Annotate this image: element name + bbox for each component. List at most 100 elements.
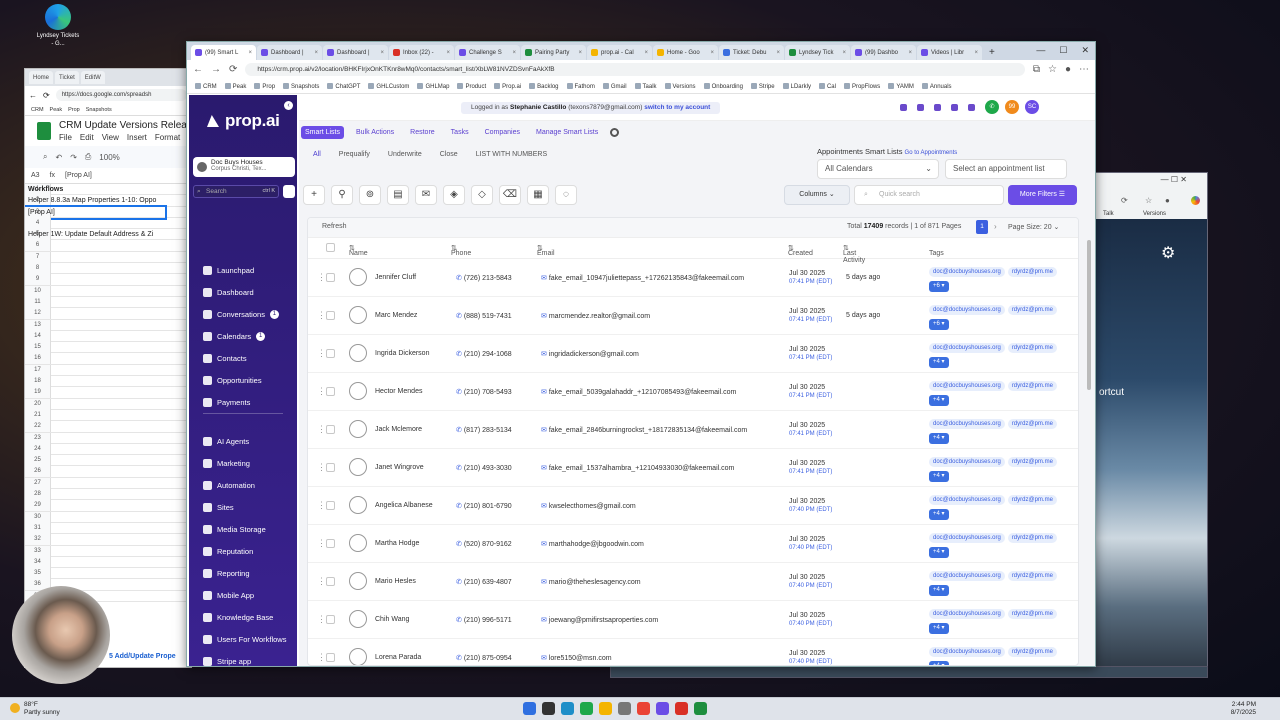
address-bar[interactable]: https://crm.prop.ai/v2/location/BHKFIrjx… bbox=[245, 63, 1025, 76]
contact-phone[interactable]: (210) 639-4807 bbox=[456, 578, 512, 586]
gift-icon[interactable] bbox=[917, 104, 924, 111]
tag-chip[interactable]: doc@docbuyshouses.org bbox=[929, 343, 1005, 353]
table-row[interactable]: ⋮ Jack Mclemore (817) 283-5134 fake_email_2… bbox=[308, 411, 1078, 449]
bookmark-item[interactable]: YAMM bbox=[888, 83, 914, 90]
row-menu-icon[interactable]: ⋮ bbox=[317, 348, 326, 359]
bookmark-item[interactable]: Product bbox=[457, 83, 486, 90]
background-browser-window[interactable]: ⟳ ☆ ● Talk Versions — ☐ ✕ ⚙ ortcut bbox=[1094, 172, 1208, 676]
tab-close-icon[interactable]: × bbox=[512, 50, 516, 56]
sheets-grid[interactable]: 1 Workflows 2 Helper 8.8.3a Map Properties … bbox=[25, 184, 191, 602]
sidebar-item-launchpad[interactable]: Launchpad bbox=[203, 266, 254, 275]
bookmark-item[interactable]: Gmail bbox=[603, 83, 627, 90]
row-number[interactable]: 29 bbox=[25, 500, 51, 512]
row-menu-icon[interactable]: ⋮ bbox=[317, 538, 326, 549]
row-checkbox[interactable] bbox=[326, 501, 335, 510]
table-row[interactable]: ⋮ Martha Hodge (520) 870-9162 marthahodge@j… bbox=[308, 525, 1078, 563]
row-checkbox[interactable] bbox=[326, 577, 335, 586]
back-icon[interactable]: ← bbox=[193, 64, 203, 75]
browser-tab[interactable]: Challenge S × bbox=[455, 45, 520, 60]
bookmark-item[interactable]: Prop bbox=[254, 83, 275, 90]
tab-close-icon[interactable]: × bbox=[248, 50, 252, 56]
tag-chip[interactable]: doc@docbuyshouses.org bbox=[929, 571, 1005, 581]
row-number[interactable]: 20 bbox=[25, 398, 51, 410]
contact-phone[interactable]: (210) 996-5171 bbox=[456, 616, 512, 624]
table-row[interactable]: ⋮ Mario Hesles (210) 639-4807 mario@thehesl… bbox=[308, 563, 1078, 601]
settings-gear-icon[interactable] bbox=[610, 127, 620, 137]
contact-phone[interactable]: (726) 213-5843 bbox=[456, 274, 512, 282]
browser-tab[interactable]: Pairing Party × bbox=[521, 45, 586, 60]
table-row[interactable]: ⋮ Angelica Albanese (210) 801-6790 kwselect… bbox=[308, 487, 1078, 525]
tag-chip[interactable]: rdyrdz@pm.me bbox=[1007, 609, 1057, 619]
row-number[interactable]: 6 bbox=[25, 240, 51, 252]
sheet-cell[interactable]: [Prop AI] bbox=[25, 204, 167, 220]
row-checkbox[interactable] bbox=[326, 539, 335, 548]
row-number[interactable]: 10 bbox=[25, 285, 51, 297]
sheets-bookmark[interactable]: Snapshots bbox=[86, 107, 112, 113]
browser-tab[interactable]: Videos | Libr × bbox=[917, 45, 982, 60]
tab-close-icon[interactable]: × bbox=[644, 50, 648, 56]
sidebar-item-knowledge-base[interactable]: Knowledge Base bbox=[203, 613, 273, 622]
table-row[interactable]: ⋮ Lorena Parada (210) 875-0954 lore5150@msn… bbox=[308, 639, 1078, 665]
new-tab-button[interactable]: + bbox=[989, 47, 995, 58]
smart-list-tab[interactable]: LIST WITH NUMBERS bbox=[476, 151, 547, 158]
row-number[interactable]: 8 bbox=[25, 263, 51, 275]
more-tags-button[interactable]: +4 ▾ bbox=[929, 547, 949, 558]
row-number[interactable]: 16 bbox=[25, 353, 51, 365]
contact-name[interactable]: Janet Wingrove bbox=[375, 464, 424, 471]
calendar-app-icon[interactable] bbox=[675, 702, 688, 715]
tab-close-icon[interactable]: × bbox=[578, 50, 582, 56]
tag-chip[interactable]: rdyrdz@pm.me bbox=[1007, 305, 1057, 315]
row-number[interactable]: 33 bbox=[25, 545, 51, 557]
tab-bulk-actions[interactable]: Bulk Actions bbox=[352, 126, 398, 139]
bookmark-item[interactable]: Stripe bbox=[751, 83, 775, 90]
right-bookmark-versions[interactable]: Versions bbox=[1143, 211, 1166, 217]
tab-close-icon[interactable]: × bbox=[314, 50, 318, 56]
row-number[interactable]: 15 bbox=[25, 342, 51, 354]
tag-chip[interactable]: rdyrdz@pm.me bbox=[1007, 419, 1057, 429]
bookmark-item[interactable]: LDarkly bbox=[783, 83, 811, 90]
edit-icon[interactable] bbox=[951, 104, 958, 111]
sheets-browser-tab[interactable]: EditW bbox=[80, 71, 105, 84]
contact-email[interactable]: fake_email_10947juliettepass_+1726213584… bbox=[541, 274, 744, 282]
row-menu-icon[interactable]: ⋮ bbox=[317, 614, 326, 625]
browser-tab[interactable]: Inbox (22) - × bbox=[389, 45, 454, 60]
row-number[interactable]: 27 bbox=[25, 477, 51, 489]
contact-name[interactable]: Lorena Parada bbox=[375, 654, 421, 661]
browser-tab[interactable]: Home - Goo × bbox=[653, 45, 718, 60]
row-number[interactable]: 17 bbox=[25, 364, 51, 376]
column-last-activity[interactable]: Last Activity ⇅ bbox=[843, 244, 865, 264]
zoom-select[interactable]: 100% bbox=[99, 153, 119, 162]
row-number[interactable]: 32 bbox=[25, 534, 51, 546]
tab-close-icon[interactable]: × bbox=[710, 50, 714, 56]
app-logo[interactable]: prop.ai bbox=[207, 111, 280, 131]
tag-chip[interactable]: rdyrdz@pm.me bbox=[1007, 343, 1057, 353]
bookmark-item[interactable]: Peak bbox=[225, 83, 247, 90]
row-menu-icon[interactable]: ⋮ bbox=[317, 424, 326, 435]
more-tags-button[interactable]: +4 ▾ bbox=[929, 585, 949, 596]
tag-chip[interactable]: rdyrdz@pm.me bbox=[1007, 571, 1057, 581]
table-row[interactable]: ⋮ Hector Mendes (210) 708-5493 fake_email_5… bbox=[308, 373, 1078, 411]
row-number[interactable]: 34 bbox=[25, 556, 51, 568]
page-size-select[interactable]: Page Size: 20 ⌄ bbox=[1008, 223, 1059, 231]
row-number[interactable]: 12 bbox=[25, 308, 51, 320]
contact-email[interactable]: joewang@pmifirstsaproperties.com bbox=[541, 616, 658, 624]
undo-icon[interactable]: ↶ bbox=[55, 153, 62, 162]
bookmark-item[interactable]: CRM bbox=[195, 83, 217, 90]
more-tags-button[interactable]: +4 ▾ bbox=[929, 395, 949, 406]
contact-name[interactable]: Marc Mendez bbox=[375, 312, 417, 319]
tab-companies[interactable]: Companies bbox=[481, 126, 524, 139]
sidebar-item-stripe-app[interactable]: Stripe app bbox=[203, 657, 251, 666]
contact-name[interactable]: Mario Hesles bbox=[375, 578, 416, 585]
more-tags-button[interactable]: +6 ▾ bbox=[929, 319, 949, 330]
tab-close-icon[interactable]: × bbox=[908, 50, 912, 56]
tag-chip[interactable]: doc@docbuyshouses.org bbox=[929, 305, 1005, 315]
contact-phone[interactable]: (210) 801-6790 bbox=[456, 502, 512, 510]
sidebar-item-contacts[interactable]: Contacts bbox=[203, 354, 247, 363]
bookmark-item[interactable]: GHLCustom bbox=[368, 83, 409, 90]
contact-phone[interactable]: (210) 708-5493 bbox=[456, 388, 512, 396]
row-number[interactable]: 7 bbox=[25, 251, 51, 263]
bookmark-item[interactable]: Cal bbox=[819, 83, 836, 90]
row-checkbox[interactable] bbox=[326, 349, 335, 358]
sheets-logo-icon[interactable] bbox=[37, 122, 51, 140]
more-tags-button[interactable]: +6 ▾ bbox=[929, 281, 949, 292]
